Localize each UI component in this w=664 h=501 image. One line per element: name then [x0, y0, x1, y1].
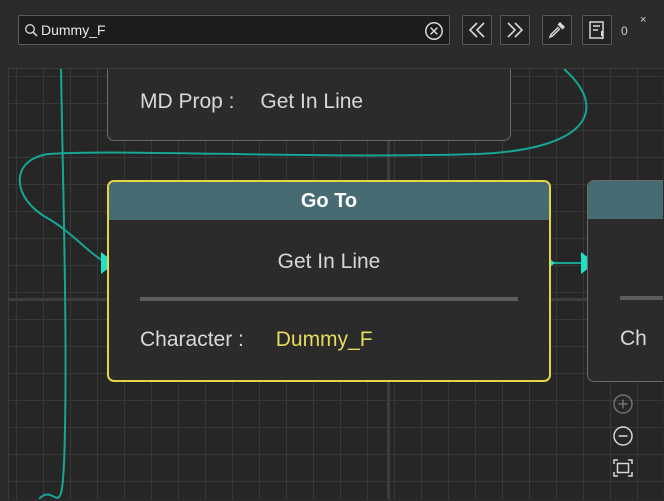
graph-node-go-to[interactable]: Go To Get In Line Character : Dummy_F	[107, 180, 551, 382]
graph-canvas[interactable]: MD Prop : Get In Line Go To Get In Line …	[8, 68, 663, 499]
node-divider	[140, 297, 518, 301]
filter-list-icon	[589, 21, 604, 40]
node-subtitle: Get In Line	[277, 250, 381, 273]
search-input[interactable]	[41, 19, 421, 41]
fit-view-button[interactable]	[610, 455, 636, 481]
zoom-in-button[interactable]	[610, 391, 636, 417]
eyedropper-button[interactable]	[542, 15, 572, 45]
graph-node-md-prop[interactable]: MD Prop : Get In Line	[107, 69, 511, 141]
magnifier-icon	[24, 23, 38, 42]
search-box[interactable]	[18, 15, 450, 45]
node-param-label: Character :	[140, 328, 244, 351]
node-title: Go To	[109, 182, 549, 220]
connection-wire	[38, 69, 67, 499]
zoom-in-icon	[613, 394, 633, 414]
node-param-label: MD Prop :	[140, 90, 235, 113]
circle-x-icon[interactable]	[424, 21, 444, 46]
double-chevron-left-icon	[468, 22, 485, 38]
node-title	[588, 181, 663, 219]
double-chevron-right-icon	[507, 22, 524, 38]
search-toolbar: 0 ×	[0, 0, 664, 62]
close-search-icon[interactable]: ×	[640, 14, 646, 26]
node-divider	[620, 296, 663, 300]
node-param-value[interactable]: Dummy_F	[276, 328, 373, 351]
filter-button[interactable]	[582, 15, 612, 45]
zoom-out-button[interactable]	[610, 423, 636, 449]
match-count: 0	[621, 24, 628, 38]
next-result-button[interactable]	[500, 15, 530, 45]
zoom-out-icon	[613, 426, 633, 446]
node-param-label: Ch	[620, 327, 647, 350]
node-param-value: Get In Line	[260, 90, 364, 113]
previous-result-button[interactable]	[462, 15, 492, 45]
eyedropper-icon	[548, 22, 565, 39]
fit-view-icon	[613, 459, 633, 477]
graph-node-partial[interactable]: Ch	[587, 180, 663, 382]
